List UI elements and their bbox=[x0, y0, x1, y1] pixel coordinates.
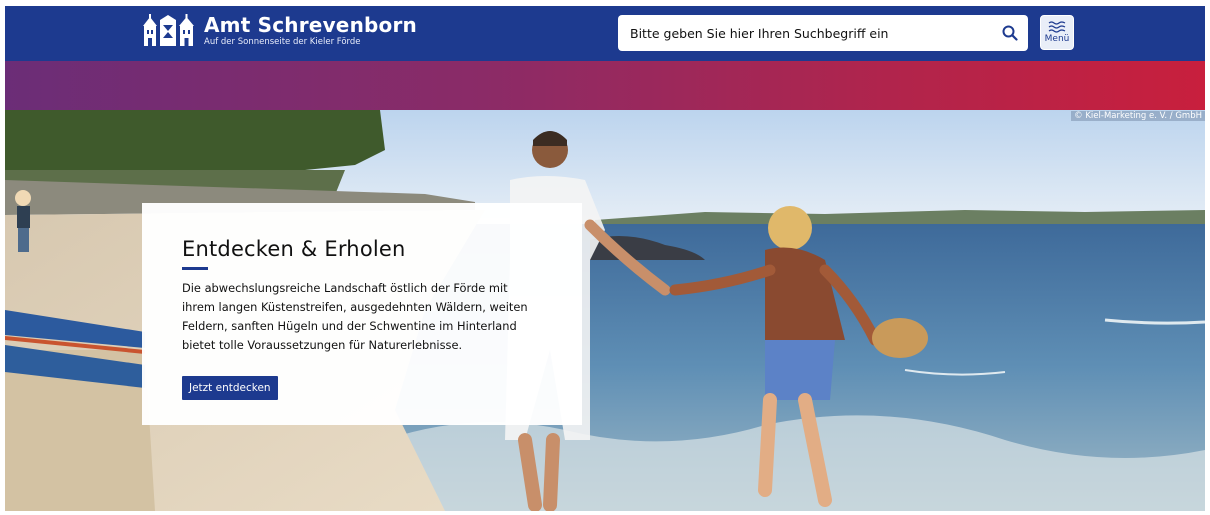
search-icon[interactable] bbox=[992, 15, 1028, 51]
search-box[interactable]: Bitte geben Sie hier Ihren Suchbegriff e… bbox=[618, 15, 1028, 51]
teaser-text: Die abwechslungsreiche Landschaft östlic… bbox=[182, 281, 528, 352]
photo-credit: © Kiel-Marketing e. V. / GmbH bbox=[1071, 111, 1205, 121]
gradient-banner bbox=[5, 61, 1205, 110]
site-title: Amt Schrevenborn bbox=[204, 13, 417, 38]
page: Amt Schrevenborn Auf der Sonnenseite der… bbox=[5, 6, 1205, 511]
site-logo-link[interactable]: Amt Schrevenborn Auf der Sonnenseite der… bbox=[142, 14, 417, 48]
hero-section: © Kiel-Marketing e. V. / GmbH Entdecken … bbox=[5, 110, 1205, 511]
coat-of-arms-icon bbox=[143, 14, 194, 46]
waves-menu-icon bbox=[1048, 21, 1066, 33]
logo-text: Amt Schrevenborn Auf der Sonnenseite der… bbox=[204, 15, 417, 47]
discover-button[interactable]: Jetzt entdecken bbox=[182, 376, 278, 401]
teaser-card: Entdecken & Erholen Die abwechslungsreic… bbox=[142, 203, 582, 425]
menu-button[interactable]: Menü bbox=[1040, 15, 1074, 50]
site-header: Amt Schrevenborn Auf der Sonnenseite der… bbox=[5, 6, 1205, 61]
search-input[interactable]: Bitte geben Sie hier Ihren Suchbegriff e… bbox=[618, 26, 992, 41]
title-underline bbox=[182, 267, 208, 270]
site-subtitle: Auf der Sonnenseite der Kieler Förde bbox=[204, 37, 361, 48]
teaser-title: Entdecken & Erholen bbox=[182, 237, 406, 261]
menu-label: Menü bbox=[1044, 34, 1070, 44]
